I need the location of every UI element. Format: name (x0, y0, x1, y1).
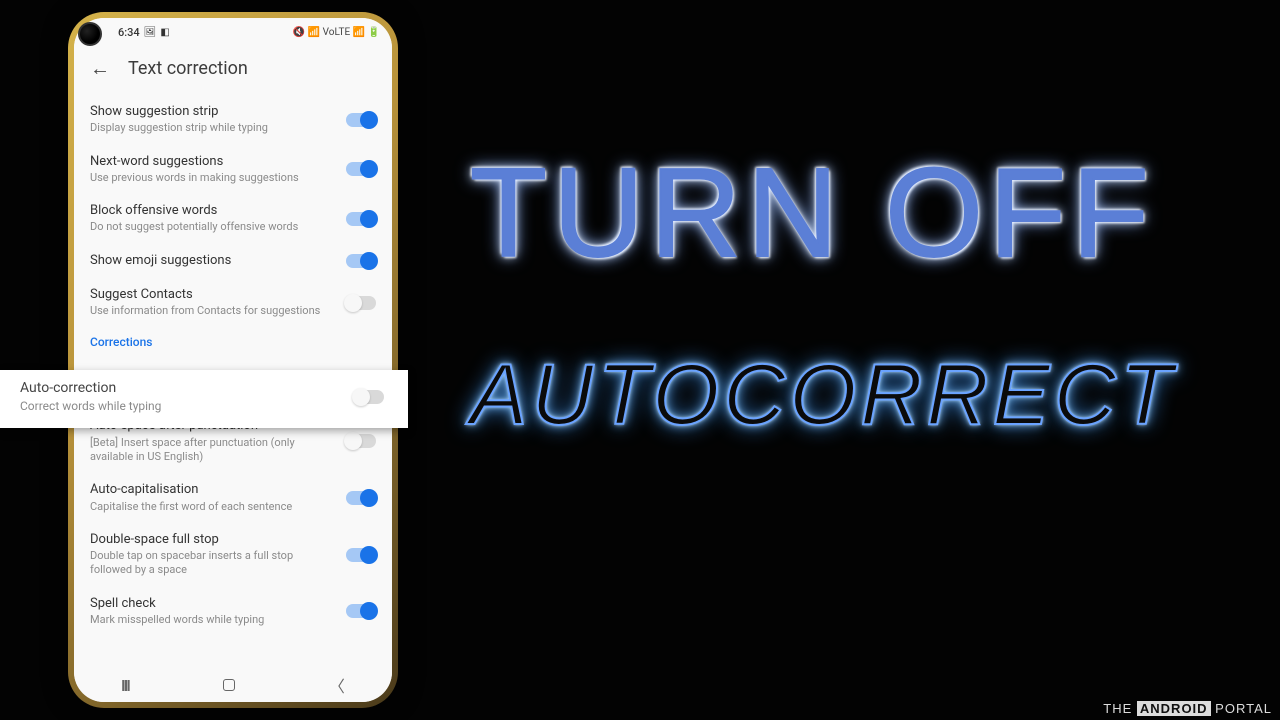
setting-subtitle: Correct words while typing (20, 399, 344, 415)
toggle-switch[interactable] (346, 491, 376, 505)
phone-screen: 6:34 🖼 ◧ 🔇 📶 VoLTE 📶 🔋 ← Text correction… (74, 18, 392, 702)
setting-subtitle: Capitalise the first word of each senten… (90, 500, 336, 514)
toggle-switch[interactable] (346, 604, 376, 618)
setting-subtitle: Do not suggest potentially offensive wor… (90, 220, 336, 234)
watermark-pre: THE (1103, 701, 1137, 716)
hero-line-turn-off: TURN OFF (470, 150, 1250, 276)
setting-title: Suggest Contacts (90, 287, 336, 303)
page-header: ← Text correction (74, 46, 392, 95)
watermark-accent: ANDROID (1137, 701, 1211, 716)
setting-title: Show emoji suggestions (90, 253, 336, 269)
setting-subtitle: Use previous words in making suggestions (90, 171, 336, 185)
toggle-switch[interactable] (346, 254, 376, 268)
toggle-switch[interactable] (346, 212, 376, 226)
setting-title: Double-space full stop (90, 532, 336, 548)
setting-show-emoji-suggestions[interactable]: Show emoji suggestions (90, 244, 376, 278)
toggle-switch[interactable] (354, 390, 384, 404)
toggle-switch[interactable] (346, 434, 376, 448)
status-icons: 🔇 📶 VoLTE 📶 🔋 (293, 27, 380, 38)
setting-title: Next-word suggestions (90, 154, 336, 170)
toggle-switch[interactable] (346, 162, 376, 176)
debug-icon: ◧ (160, 27, 169, 38)
setting-subtitle: [Beta] Insert space after punctuation (o… (90, 436, 336, 465)
hero-text-block: TURN OFF AUTOCORRECT (470, 150, 1250, 445)
status-time: 6:34 🖼 ◧ (118, 26, 170, 39)
setting-subtitle: Display suggestion strip while typing (90, 121, 336, 135)
setting-spell-check[interactable]: Spell check Mark misspelled words while … (90, 587, 376, 637)
watermark-post: PORTAL (1211, 701, 1272, 716)
toggle-switch[interactable] (346, 296, 376, 310)
setting-subtitle: Mark misspelled words while typing (90, 613, 336, 627)
setting-subtitle: Double tap on spacebar inserts a full st… (90, 549, 336, 578)
back-arrow-icon[interactable]: ← (90, 56, 110, 81)
setting-auto-capitalisation[interactable]: Auto-capitalisation Capitalise the first… (90, 473, 376, 523)
nav-back-icon[interactable]: 〈 (329, 673, 345, 697)
setting-title: Auto-capitalisation (90, 482, 336, 498)
setting-title: Show suggestion strip (90, 104, 336, 120)
setting-next-word-suggestions[interactable]: Next-word suggestions Use previous words… (90, 145, 376, 195)
thumbnail-canvas: 6:34 🖼 ◧ 🔇 📶 VoLTE 📶 🔋 ← Text correction… (0, 0, 1280, 720)
clock-text: 6:34 (118, 26, 140, 39)
toggle-switch[interactable] (346, 548, 376, 562)
nav-recents-icon[interactable]: III (121, 676, 129, 695)
watermark: THE ANDROID PORTAL (1103, 701, 1272, 716)
setting-show-suggestion-strip[interactable]: Show suggestion strip Display suggestion… (90, 95, 376, 145)
page-title: Text correction (128, 58, 248, 79)
setting-suggest-contacts[interactable]: Suggest Contacts Use information from Co… (90, 278, 376, 328)
android-nav-bar: III 〈 (74, 668, 392, 702)
hero-line-autocorrect: AUTOCORRECT (470, 346, 1250, 445)
phone-frame: 6:34 🖼 ◧ 🔇 📶 VoLTE 📶 🔋 ← Text correction… (68, 12, 398, 708)
setting-title: Block offensive words (90, 203, 336, 219)
status-bar: 6:34 🖼 ◧ 🔇 📶 VoLTE 📶 🔋 (74, 18, 392, 46)
setting-subtitle: Use information from Contacts for sugges… (90, 304, 336, 318)
section-label-corrections: Corrections (90, 327, 376, 351)
gallery-icon: 🖼 (144, 27, 157, 38)
toggle-switch[interactable] (346, 113, 376, 127)
setting-block-offensive-words[interactable]: Block offensive words Do not suggest pot… (90, 194, 376, 244)
highlighted-auto-correction-row[interactable]: Auto-correction Correct words while typi… (0, 370, 408, 428)
settings-list-corrections: Auto-space after punctuation [Beta] Inse… (74, 409, 392, 636)
settings-list-suggestions: Show suggestion strip Display suggestion… (74, 95, 392, 351)
punch-hole-camera (78, 22, 102, 46)
setting-title: Auto-correction (20, 380, 344, 398)
setting-title: Spell check (90, 596, 336, 612)
nav-home-icon[interactable] (223, 679, 235, 691)
setting-double-space-full-stop[interactable]: Double-space full stop Double tap on spa… (90, 523, 376, 587)
